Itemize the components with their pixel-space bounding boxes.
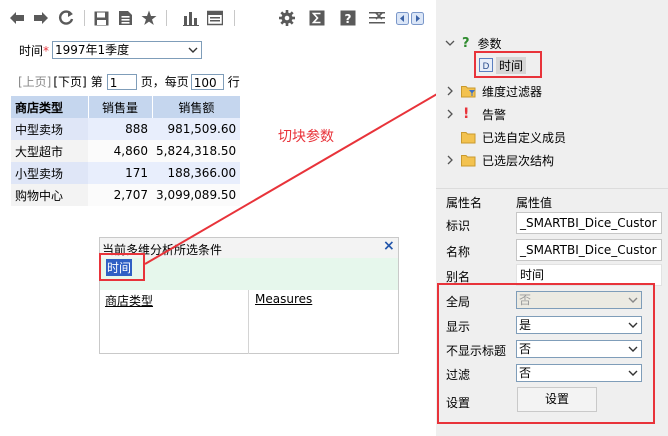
prop-value-id[interactable]: _SMARTBI_Dice_Custor [516, 212, 662, 234]
global-select-value: 否 [519, 293, 532, 307]
param-icon: D [479, 58, 493, 72]
tree-label: 已选层次结构 [482, 153, 555, 168]
divider [436, 188, 668, 189]
prop-label-display: 显示 [446, 320, 471, 334]
prop-label-hide-title: 不显示标题 [446, 344, 507, 358]
prop-value-name[interactable]: _SMARTBI_Dice_Custor [516, 239, 662, 261]
chevron-down-icon [628, 297, 638, 303]
display-select[interactable]: 是 [516, 316, 642, 334]
prop-label-id: 标识 [446, 219, 471, 233]
tree-item-hierarchies[interactable]: 已选层次结构 [445, 150, 554, 170]
chevron-down-icon [628, 322, 638, 328]
tree-label: 维度过滤器 [482, 84, 543, 99]
prop-header-name: 属性名 [446, 196, 483, 210]
chevron-right-icon [447, 86, 453, 96]
folder-filter-icon [461, 86, 476, 98]
global-select[interactable]: 否 [516, 291, 642, 309]
question-green-icon: ? [462, 35, 470, 51]
prop-label-name: 名称 [446, 245, 471, 259]
tree-label: 告警 [482, 107, 507, 122]
hide-title-select[interactable]: 否 [516, 340, 642, 358]
svg-text:D: D [483, 62, 490, 72]
tree-item-dimension-filter[interactable]: 维度过滤器 [445, 81, 542, 101]
settings-button[interactable]: 设置 [517, 387, 597, 412]
alert-icon: ! [463, 106, 470, 122]
hide-title-select-value: 否 [519, 342, 532, 356]
chevron-down-icon [628, 346, 638, 352]
folder-icon [461, 155, 476, 167]
filter-select-value: 否 [519, 366, 532, 380]
tree-item-params[interactable]: ? 参数 [445, 33, 502, 53]
tree-label: 已选自定义成员 [482, 130, 567, 145]
chevron-right-icon [447, 155, 453, 165]
prop-label-global: 全局 [446, 295, 471, 309]
prop-header-value: 属性值 [516, 196, 553, 210]
tree-label-time: 时间 [496, 56, 527, 74]
chevron-down-icon [445, 40, 455, 46]
display-select-value: 是 [519, 318, 532, 332]
tree-item-time[interactable]: D 时间 [479, 56, 527, 74]
tree-label-params: 参数 [477, 36, 502, 51]
prop-label-filter: 过滤 [446, 368, 471, 382]
chevron-right-icon [447, 109, 453, 119]
filter-select[interactable]: 否 [516, 364, 642, 382]
tree-item-alert[interactable]: ! 告警 [445, 104, 506, 124]
chevron-down-icon [628, 370, 638, 376]
tree-item-custom-members[interactable]: 已选自定义成员 [445, 127, 566, 147]
prop-label-settings: 设置 [446, 396, 471, 410]
folder-icon [461, 132, 476, 144]
